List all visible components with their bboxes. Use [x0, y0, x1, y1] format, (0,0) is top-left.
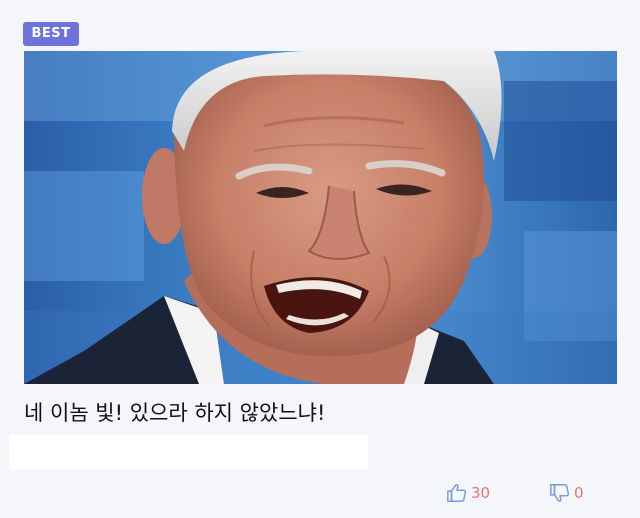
post-headline[interactable]: 네 이놈 빛! 있으라 하지 않았느냐!: [24, 398, 614, 428]
thumbs-down-icon: [550, 484, 570, 502]
downvote-count: 0: [574, 484, 584, 502]
post-photo[interactable]: [24, 51, 617, 384]
upvote-count: 30: [471, 484, 491, 502]
downvote-button[interactable]: 0: [549, 481, 584, 505]
thumbs-up-icon: [447, 484, 467, 502]
best-badge: BEST: [23, 22, 79, 46]
upvote-button[interactable]: 30: [446, 481, 490, 505]
blank-content-area: [9, 435, 368, 470]
